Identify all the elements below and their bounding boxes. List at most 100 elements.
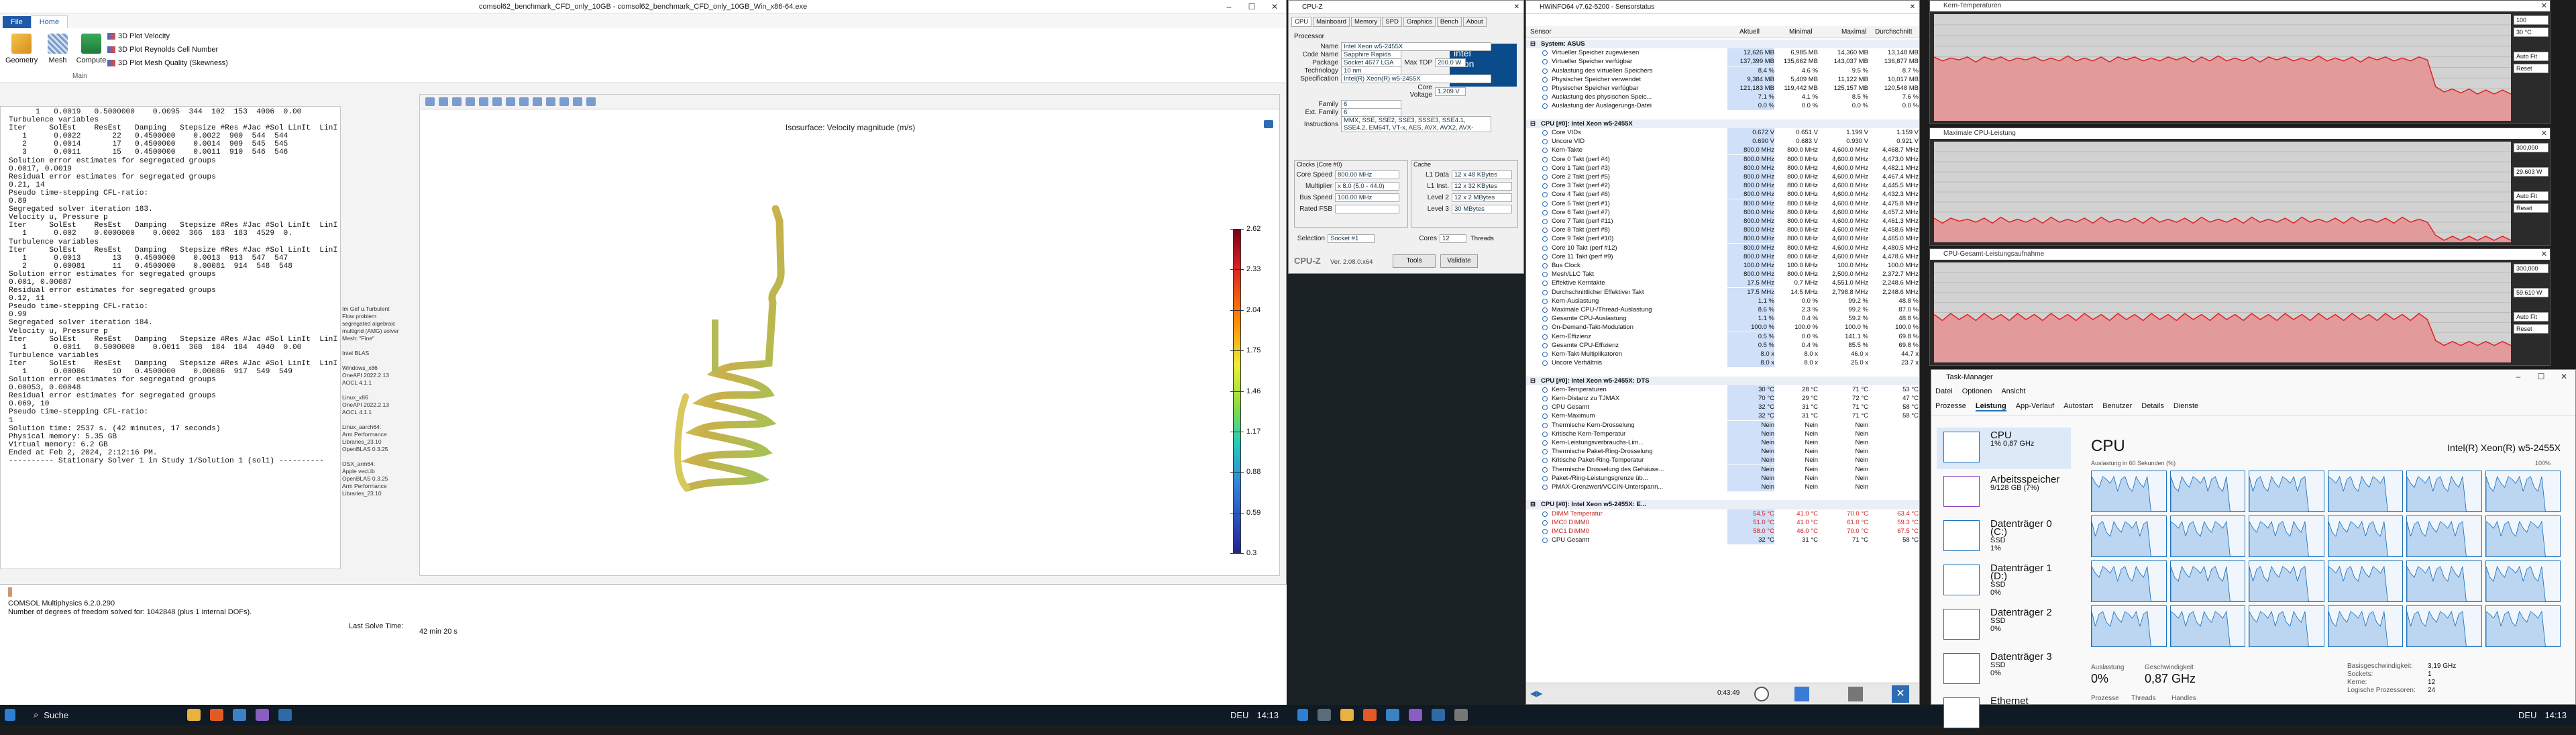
sensor-row[interactable]: ⊟ System: ASUS [1526, 40, 1919, 49]
sensor-row[interactable]: Core 5 Takt (perf #1) 800.0 MHz 800.0 MHz 4… [1526, 199, 1919, 208]
sensor-row[interactable]: Auslastung des virtuellen Speichers 8.4 %… [1526, 66, 1919, 75]
sensor-row[interactable]: Maximale CPU-/Thread-Auslastung 8.6 % 2.3 … [1526, 305, 1919, 314]
plot-mesh-quality-item[interactable]: 3D Plot Mesh Quality (Skewness) [107, 59, 228, 67]
tm-side-item[interactable]: CPU 1% 0,87 GHz [1937, 428, 2071, 469]
browser-icon[interactable] [210, 709, 224, 721]
tm-tab[interactable]: Prozesse [1935, 402, 1966, 411]
plot-reynolds-item[interactable]: 3D Plot Reynolds Cell Number [107, 46, 218, 54]
sensor-row[interactable]: Kern-Leistungsverbrauchs-Lim... Nein Nein N… [1526, 438, 1919, 447]
sensor-row[interactable]: Uncore VID 0.690 V 0.683 V 0.930 V 0.921 V [1526, 137, 1919, 146]
app-icon[interactable] [278, 709, 292, 721]
sensor-row[interactable]: Auslastung des physischen Speic... 7.1 % 4… [1526, 93, 1919, 102]
taskbar-lang[interactable]: DEU [2518, 710, 2536, 720]
tm-menu-ansicht[interactable]: Ansicht [2001, 387, 2025, 395]
search-icon[interactable]: ⌕ [34, 709, 38, 720]
tools-button[interactable]: Tools [1393, 254, 1436, 268]
graph-control[interactable]: Reset [2514, 64, 2548, 73]
taskbar-lang[interactable]: DEU [1230, 710, 1248, 720]
sensor-row[interactable]: Gesamte CPU-Effizienz 0.5 % 0.4 % 85.5 % 69.… [1526, 340, 1919, 350]
app-icon[interactable] [1432, 709, 1445, 721]
sensor-row[interactable]: Kern-Maximum 32 °C 31 °C 71 °C 58 °C [1526, 411, 1919, 421]
sensor-row[interactable]: Kritische Paket-Ring-Temperatur Nein Nein N… [1526, 456, 1919, 465]
select-icon[interactable] [519, 97, 529, 106]
taskbar-clock[interactable]: 14:13 [1256, 710, 1279, 720]
tm-menu-optionen[interactable]: Optionen [1962, 387, 1992, 395]
close-icon[interactable]: ✕ [1910, 1, 1915, 14]
windows-start-icon[interactable] [5, 709, 15, 721]
sensor-row[interactable] [1526, 491, 1919, 500]
cpuz-tab-spd[interactable]: SPD [1382, 17, 1402, 27]
sensor-row[interactable]: IMC0 DIMM0 51.0 °C 41.0 °C 61.0 °C 59.3 °C [1526, 518, 1919, 527]
browser-icon[interactable] [1363, 709, 1377, 721]
sensor-row[interactable]: Core 11 Takt (perf #9) 800.0 MHz 800.0 MHz… [1526, 252, 1919, 261]
sensor-row[interactable] [1526, 367, 1919, 376]
print-icon[interactable] [586, 97, 596, 106]
tm-tab[interactable]: Leistung [1975, 402, 2006, 411]
render-icon[interactable] [559, 97, 569, 106]
sensor-row[interactable]: Core 10 Takt (perf #12) 800.0 MHz 800.0 MH… [1526, 243, 1919, 252]
selection-dropdown[interactable]: Socket #1 [1328, 234, 1375, 243]
expand-icon[interactable]: ⊟ [1530, 40, 1536, 48]
taskbar-clock[interactable]: 14:13 [2544, 710, 2567, 720]
explorer-icon[interactable] [187, 709, 201, 721]
sensor-row[interactable]: Physischer Speicher verfügbar 121,183 MB 1… [1526, 84, 1919, 93]
sensor-row[interactable]: Paket-/Ring-Leistungsgrenze üb... Nein Nei… [1526, 473, 1919, 483]
tm-side-item[interactable]: Datenträger 1 (D:) SSD 0% [1937, 560, 2071, 602]
close-icon[interactable]: ✕ [1263, 0, 1286, 13]
graph-control[interactable]: Reset [2514, 324, 2548, 334]
cpuz-tab-cpu[interactable]: CPU [1291, 17, 1312, 27]
sensor-row[interactable]: Auslastung der Auslagerungs-Datei 0.0 % 0.… [1526, 101, 1919, 111]
tm-tab[interactable]: Details [2141, 402, 2164, 411]
sensor-row[interactable]: Core 1 Takt (perf #3) 800.0 MHz 800.0 MHz 4… [1526, 163, 1919, 173]
sensor-row[interactable] [1526, 111, 1919, 119]
zoom-box-icon[interactable] [452, 97, 462, 106]
mesh-button[interactable]: Mesh [42, 34, 74, 64]
expand-icon[interactable]: ⊟ [1530, 377, 1536, 385]
sensor-row[interactable]: Thermische Kern-Drosselung Nein Nein Nein [1526, 420, 1919, 430]
solver-log[interactable]: 1 0.0019 0.5000000 0.0095 344 102 153 40… [0, 106, 341, 569]
image-snapshot-icon[interactable] [573, 97, 582, 106]
taskbar-search[interactable]: Suche [44, 710, 68, 720]
app-icon[interactable] [233, 709, 247, 721]
clock-icon[interactable] [1754, 687, 1769, 701]
sensor-row[interactable]: Durchschnittlicher Effektiver Takt 17.5 M… [1526, 287, 1919, 297]
tm-menu-datei[interactable]: Datei [1935, 387, 1953, 395]
app-icon[interactable] [1409, 709, 1422, 721]
sensor-row[interactable]: Core 2 Takt (perf #5) 800.0 MHz 800.0 MHz 4… [1526, 173, 1919, 181]
sensor-row[interactable]: Core VIDs 0.672 V 0.651 V 1.199 V 1.159 V [1526, 128, 1919, 137]
cpuz-tab-about[interactable]: About [1462, 17, 1487, 27]
sensor-row[interactable]: CPU Gesamt 32 °C 31 °C 71 °C 58 °C [1526, 403, 1919, 412]
view-icon[interactable] [506, 97, 515, 106]
tm-side-item[interactable]: Ethernet [1937, 693, 2071, 735]
validate-button[interactable]: Validate [1440, 254, 1478, 268]
sensor-row[interactable]: Kern-Effizienz 0.5 % 0.0 % 141.1 % 69.8 % [1526, 332, 1919, 341]
task-view-icon[interactable] [1318, 709, 1331, 721]
sensor-row[interactable]: CPU Gesamt 32 °C 31 °C 71 °C 58 °C [1526, 536, 1919, 545]
sensor-row[interactable]: Core 3 Takt (perf #2) 800.0 MHz 800.0 MHz 4… [1526, 181, 1919, 191]
sensor-row[interactable]: Physischer Speicher verwendet 9,384 MB 5,4… [1526, 75, 1919, 84]
minimize-icon[interactable]: – [2507, 370, 2530, 383]
report-icon[interactable] [1794, 687, 1809, 701]
rotate-icon[interactable] [479, 97, 488, 106]
expand-icon[interactable]: ⊟ [1530, 119, 1536, 128]
sensor-row[interactable]: Core 9 Takt (perf #10) 800.0 MHz 800.0 MHz… [1526, 234, 1919, 244]
col-avg[interactable]: Durchschnitt [1875, 28, 1913, 36]
sensor-row[interactable]: PMAX-Grenzwert/VCCIN-Unterspann... Nein Ne… [1526, 483, 1919, 491]
tm-side-item[interactable]: Datenträger 0 (C:) SSD 1% [1937, 516, 2071, 558]
graphics-window[interactable]: Isosurface: Velocity magnitude (m/s) 2.6… [419, 94, 1280, 576]
sensor-row[interactable]: On-Demand-Takt-Modulation 100.0 % 100.0 % 1… [1526, 323, 1919, 332]
sensor-row[interactable]: ⊟ CPU [#0]: Intel Xeon w5-2455X: DTS [1526, 376, 1919, 385]
tm-side-item[interactable]: Arbeitsspeicher 9/128 GB (7%) [1937, 472, 2071, 513]
app-icon[interactable] [1454, 709, 1468, 721]
sensor-row[interactable]: Effektive Kerntakte 17.5 MHz 0.7 MHz 4,551.… [1526, 279, 1919, 288]
tm-side-item[interactable]: Datenträger 3 SSD 0% [1937, 649, 2071, 691]
maximize-icon[interactable]: ☐ [2530, 370, 2553, 383]
zoom-extents-icon[interactable] [466, 97, 475, 106]
app-icon[interactable] [1386, 709, 1399, 721]
col-max[interactable]: Maximal [1841, 28, 1866, 36]
sensor-row[interactable]: Core 7 Takt (perf #11) 800.0 MHz 800.0 MHz… [1526, 217, 1919, 226]
axis-icon[interactable] [546, 97, 555, 106]
sensor-row[interactable]: Virtueller Speicher zugewiesen 12,626 MB 6… [1526, 48, 1919, 58]
col-min[interactable]: Minimal [1789, 28, 1812, 36]
sensor-row[interactable]: Core 6 Takt (perf #7) 800.0 MHz 800.0 MHz 4… [1526, 207, 1919, 217]
